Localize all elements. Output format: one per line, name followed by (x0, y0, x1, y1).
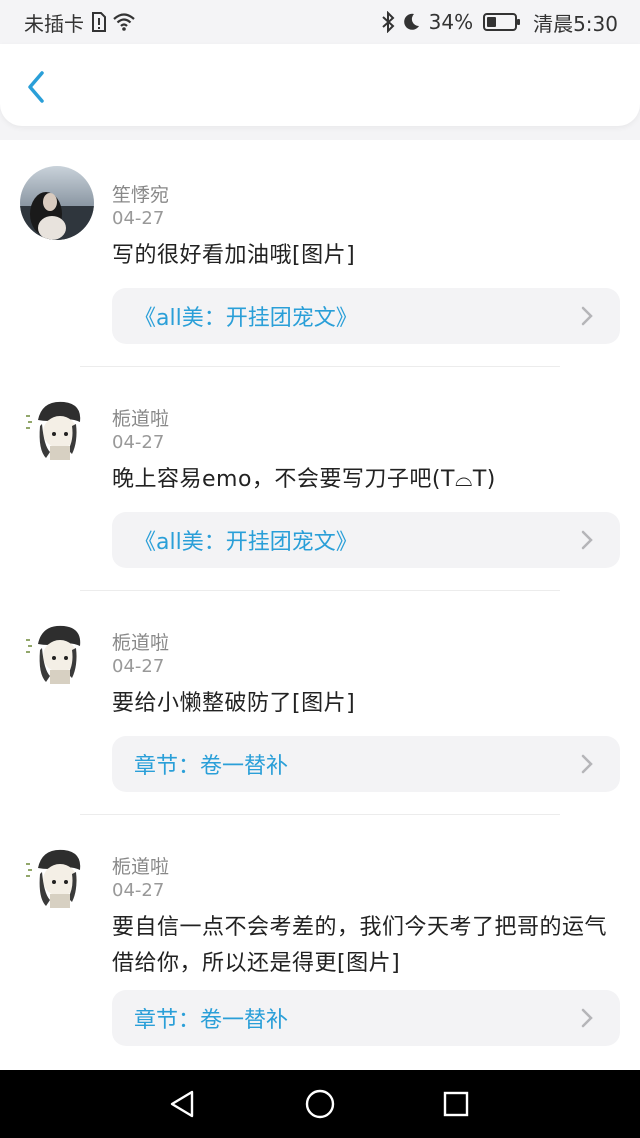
user-name[interactable]: 栀道啦 (112, 404, 169, 431)
back-button[interactable] (14, 62, 58, 112)
user-avatar[interactable] (20, 390, 94, 464)
comment-item: 栀道啦 04-27 晚上容易emo，不会要写刀子吧(T⌓T) 《all美：开挂团… (0, 366, 640, 590)
chevron-right-icon (580, 529, 594, 551)
chevron-right-icon (580, 305, 594, 327)
source-link-card[interactable]: 章节：卷一替补 (112, 990, 620, 1046)
comment-item: 栀道啦 04-27 要给小懒整破防了[图片] 章节：卷一替补 (0, 590, 640, 814)
source-link-label: 章节：卷一替补 (134, 754, 289, 779)
comment-text: 要给小懒整破防了[图片] (112, 691, 356, 716)
cartoon-avatar (20, 838, 94, 912)
comment-list: 笙悸宛 04-27 写的很好看加油哦[图片] 《all美：开挂团宠文》 栀道啦 … (0, 140, 640, 1070)
comment-date: 04-27 (112, 656, 165, 677)
comment-date: 04-27 (112, 432, 165, 453)
user-name[interactable]: 栀道啦 (112, 628, 169, 655)
comment-text: 写的很好看加油哦[图片] (112, 243, 356, 268)
comment-text: 要自信一点不会考差的，我们今天考了把哥的运气借给你，所以还是得更[图片] (112, 915, 608, 976)
nav-home-button[interactable] (300, 1084, 340, 1124)
moon-icon (401, 12, 421, 32)
circle-home-icon (305, 1089, 335, 1119)
comment-item: 笙悸宛 04-27 写的很好看加油哦[图片] 《all美：开挂团宠文》 (0, 140, 640, 364)
bluetooth-icon (381, 11, 395, 33)
comment-text: 晚上容易emo，不会要写刀子吧(T⌓T) (112, 467, 496, 492)
triangle-back-icon (170, 1090, 194, 1118)
battery-icon (483, 13, 521, 31)
nav-back-button[interactable] (162, 1084, 202, 1124)
source-link-card[interactable]: 《all美：开挂团宠文》 (112, 512, 620, 568)
user-name[interactable]: 笙悸宛 (112, 180, 169, 207)
clock-text: 清晨5:30 (533, 11, 618, 36)
chevron-right-icon (580, 753, 594, 775)
wifi-icon (112, 12, 136, 32)
top-app-bar (0, 44, 640, 126)
square-recents-icon (443, 1091, 469, 1117)
status-left: 未插卡 (24, 8, 136, 37)
status-right: 34% 清晨5:30 (381, 8, 618, 37)
user-avatar[interactable] (20, 166, 94, 240)
comment-date: 04-27 (112, 208, 165, 229)
nav-recents-button[interactable] (436, 1084, 476, 1124)
system-nav-bar (0, 1070, 640, 1138)
girl-photo-avatar (20, 166, 94, 240)
chevron-right-icon (580, 1007, 594, 1029)
comment-date: 04-27 (112, 880, 165, 901)
comment-item: 栀道啦 04-27 要自信一点不会考差的，我们今天考了把哥的运气借给你，所以还是… (0, 814, 640, 1070)
carrier-text: 未插卡 (24, 11, 84, 36)
user-avatar[interactable] (20, 614, 94, 688)
source-link-label: 《all美：开挂团宠文》 (134, 306, 358, 331)
battery-fill (487, 17, 497, 27)
status-bar: 未插卡 34% 清晨5:30 (0, 0, 640, 44)
source-link-card[interactable]: 章节：卷一替补 (112, 736, 620, 792)
battery-percent: 34% (428, 10, 474, 34)
user-name[interactable]: 栀道啦 (112, 852, 169, 879)
chevron-left-icon (28, 71, 44, 103)
source-link-label: 章节：卷一替补 (134, 1008, 289, 1033)
source-link-card[interactable]: 《all美：开挂团宠文》 (112, 288, 620, 344)
sim-alert-icon (90, 12, 106, 32)
source-link-label: 《all美：开挂团宠文》 (134, 530, 358, 555)
user-avatar[interactable] (20, 838, 94, 912)
cartoon-avatar (20, 390, 94, 464)
cartoon-avatar (20, 614, 94, 688)
